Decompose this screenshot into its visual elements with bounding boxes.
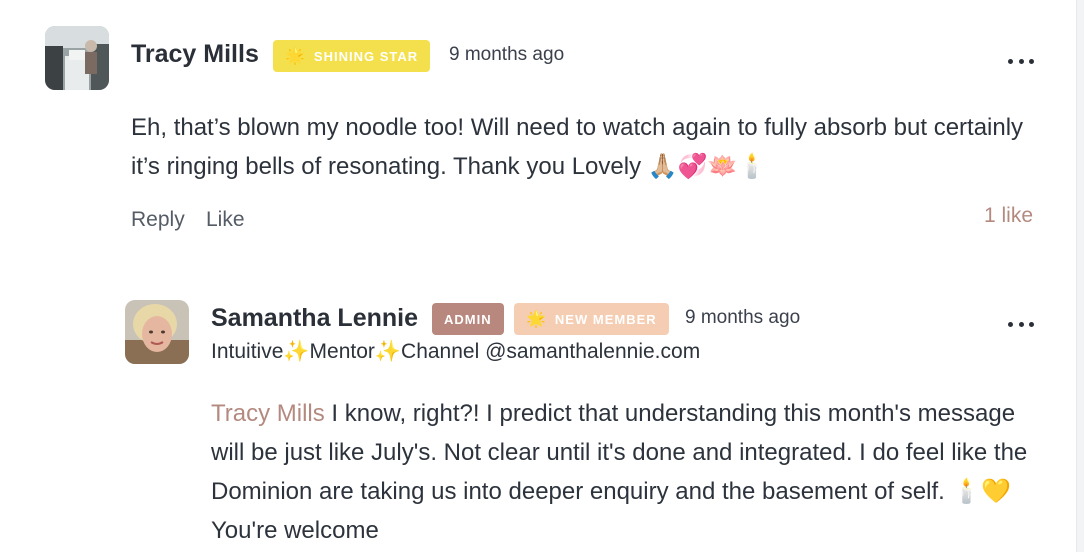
badge-label: NEW MEMBER [554, 311, 657, 327]
more-options-icon[interactable] [1008, 54, 1034, 68]
comment-text: I know, right?! I predict that understan… [211, 400, 1028, 544]
star-icon: 🌟 [285, 48, 306, 65]
author-headline: Intuitive✨Mentor✨Channel @samanthalennie… [211, 340, 701, 363]
more-options-icon[interactable] [1008, 317, 1034, 331]
comment-samantha-lennie: Samantha Lennie ADMIN 🌟 NEW MEMBER 9 mon… [0, 280, 1076, 552]
avatar[interactable] [125, 300, 189, 364]
like-count[interactable]: 1 like [984, 204, 1033, 228]
mention-link[interactable]: Tracy Mills [211, 400, 325, 427]
star-icon: 🌟 [526, 311, 547, 328]
timestamp[interactable]: 9 months ago [449, 44, 564, 66]
like-button[interactable]: Like [206, 208, 245, 232]
reply-button[interactable]: Reply [131, 208, 185, 232]
badge-label: ADMIN [444, 311, 492, 327]
new-member-badge: 🌟 NEW MEMBER [514, 303, 669, 335]
badge-label: SHINING STAR [313, 48, 419, 64]
comment-tracy-mills: Tracy Mills 🌟 SHINING STAR 9 months ago … [0, 0, 1076, 260]
scrollbar-track[interactable] [1076, 0, 1084, 552]
shining-star-badge: 🌟 SHINING STAR [273, 40, 431, 72]
comment-body: Eh, that’s blown my noodle too! Will nee… [131, 114, 1024, 180]
admin-badge: ADMIN [432, 303, 504, 335]
comment-body: Tracy Mills I know, right?! I predict th… [211, 394, 1031, 550]
author-name[interactable]: Samantha Lennie [211, 304, 418, 333]
avatar[interactable] [45, 26, 109, 90]
timestamp[interactable]: 9 months ago [685, 307, 800, 329]
author-name[interactable]: Tracy Mills [131, 40, 259, 69]
